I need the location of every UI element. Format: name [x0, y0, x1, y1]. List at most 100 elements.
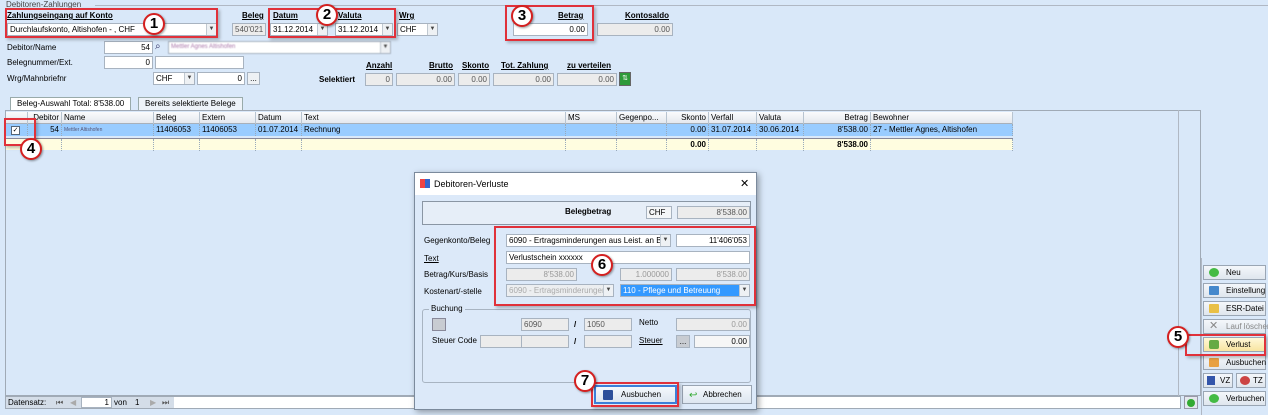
col-gegenpo[interactable]: Gegenpo... — [617, 112, 667, 124]
skonto-label: Skonto — [462, 61, 490, 70]
callout-6: 6 — [591, 254, 613, 276]
ausbuchen-side-button[interactable]: Ausbuchen — [1203, 355, 1266, 370]
mahn-input[interactable]: 0 — [197, 72, 245, 85]
dialog-title: Debitoren-Verluste — [434, 179, 509, 189]
col-ms[interactable]: MS — [566, 112, 617, 124]
last-record-icon[interactable]: ⏭ — [162, 398, 169, 408]
close-icon[interactable]: ✕ — [740, 177, 749, 190]
highlight-box-6 — [494, 226, 756, 306]
callout-5: 5 — [1167, 326, 1189, 348]
col-betrag[interactable]: Betrag — [804, 112, 871, 124]
plus-icon — [1209, 268, 1219, 277]
col-datum[interactable]: Datum — [256, 112, 302, 124]
undo-icon: ↩ — [689, 390, 698, 401]
cell-extern: 11406053 — [200, 124, 256, 136]
check-icon — [1209, 394, 1219, 403]
cell-betrag: 8'538.00 — [804, 124, 871, 136]
total-betrag: 8'538.00 — [804, 139, 871, 151]
record-total: 1 — [135, 398, 140, 407]
zu-verteilen-label: zu verteilen — [567, 61, 612, 70]
steuer-field: 0.00 — [694, 335, 750, 348]
slash-1: / — [574, 320, 577, 329]
steuer-soll-field — [521, 335, 569, 348]
chevron-down-icon: ▼ — [427, 24, 437, 35]
einstellung-button[interactable]: Einstellung — [1203, 283, 1266, 298]
total-cell — [871, 139, 1013, 151]
kostenart-label: Kostenart/-stelle — [424, 287, 482, 296]
mahn-more-button[interactable]: ... — [247, 72, 260, 85]
wrg-mahn-select[interactable]: CHF ▼ — [153, 72, 195, 85]
anzahl-label: Anzahl — [366, 61, 393, 70]
ausbuchen-label: Ausbuchen — [1226, 358, 1267, 367]
belegnr-input[interactable]: 0 — [104, 56, 153, 69]
selektiert-label: Selektiert — [319, 75, 356, 84]
file-icon — [1209, 304, 1219, 313]
kontosaldo-label: Kontosaldo — [625, 11, 669, 20]
total-cell — [566, 139, 617, 151]
tz-button[interactable]: TZ — [1236, 373, 1266, 388]
edit-icon[interactable] — [432, 318, 446, 331]
cell-name: Mettler Altishofen — [62, 124, 154, 136]
tab-bereits-selektiert[interactable]: Bereits selektierte Belege — [138, 97, 243, 110]
col-extern[interactable]: Extern — [200, 112, 256, 124]
vz-button[interactable]: VZ — [1203, 373, 1233, 388]
group-divider — [95, 5, 1268, 6]
betrag-kurs-label: Betrag/Kurs/Basis — [424, 270, 489, 279]
prev-record-icon[interactable]: ◀ — [70, 398, 76, 407]
search-icon[interactable]: ⌕ — [155, 41, 167, 54]
col-verfall[interactable]: Verfall — [709, 112, 757, 124]
col-beleg[interactable]: Beleg — [154, 112, 200, 124]
highlight-box-7 — [591, 382, 679, 407]
ok-button[interactable] — [1184, 396, 1198, 409]
tab-beleg-auswahl[interactable]: Beleg-Auswahl Total: 8'538.00 — [10, 97, 132, 110]
distribute-icon[interactable]: ⇅ — [619, 72, 631, 86]
beleg-field: 540'021 — [232, 23, 266, 36]
abbrechen-button[interactable]: ↩ Abbrechen — [682, 385, 752, 404]
col-text[interactable]: Text — [302, 112, 566, 124]
wrg-select[interactable]: CHF ▼ — [397, 23, 438, 36]
soll-field: 6090 — [521, 318, 569, 331]
cell-text: Rechnung — [302, 124, 566, 136]
verbuchen-button[interactable]: Verbuchen — [1203, 391, 1266, 406]
steuer-code-field — [480, 335, 522, 348]
callout-1: 1 — [143, 13, 165, 35]
wrg-mahn-value: CHF — [156, 74, 173, 83]
grid-header: Debitor Name Beleg Extern Datum Text MS … — [6, 112, 1013, 124]
total-cell — [200, 139, 256, 151]
currency-field: CHF — [646, 206, 672, 219]
total-cell — [154, 139, 200, 151]
col-bewohner[interactable]: Bewohner — [871, 112, 1013, 124]
buchung-label: Buchung — [429, 304, 465, 313]
col-name[interactable]: Name — [62, 112, 154, 124]
netto-label: Netto — [639, 318, 659, 327]
kontosaldo-field: 0.00 — [597, 23, 673, 36]
vz-icon — [1207, 376, 1215, 385]
record-input[interactable]: 1 — [81, 397, 112, 408]
tz-icon — [1240, 376, 1250, 385]
tot-zahlung-label: Tot. Zahlung — [501, 61, 549, 70]
first-record-icon[interactable]: ⏮ — [56, 398, 63, 408]
belegbetrag-label: Belegbetrag — [565, 207, 612, 216]
lauf-loeschen-button[interactable]: ✕ Lauf löschen — [1203, 319, 1268, 334]
chevron-down-icon: ▼ — [184, 73, 194, 84]
ext-input[interactable] — [155, 56, 244, 69]
debitor-input[interactable]: 54 — [104, 41, 153, 54]
debitor-name-select[interactable]: Mettler Agnes Altishofen ▼ — [168, 41, 391, 54]
next-record-icon[interactable]: ▶ — [150, 398, 156, 407]
app-icon — [420, 179, 430, 188]
cell-bewohner: 27 - Mettler Agnes, Altishofen — [871, 124, 1013, 136]
col-valuta[interactable]: Valuta — [757, 112, 804, 124]
callout-2: 2 — [316, 4, 338, 26]
neu-button[interactable]: Neu — [1203, 265, 1266, 280]
table-row[interactable]: ✓ 54 Mettler Altishofen 11406053 1140605… — [6, 124, 1013, 136]
total-cell — [617, 139, 667, 151]
steuer-more-button[interactable]: ... — [676, 335, 690, 348]
esr-datei-button[interactable]: ESR-Datei — [1203, 301, 1266, 316]
haben-field: 1050 — [584, 318, 632, 331]
steuer-haben-field — [584, 335, 632, 348]
col-skonto[interactable]: Skonto — [667, 112, 709, 124]
netto-field: 0.00 — [676, 318, 750, 331]
book-icon — [1209, 358, 1219, 367]
esr-datei-label: ESR-Datei — [1226, 304, 1264, 313]
total-cell — [709, 139, 757, 151]
